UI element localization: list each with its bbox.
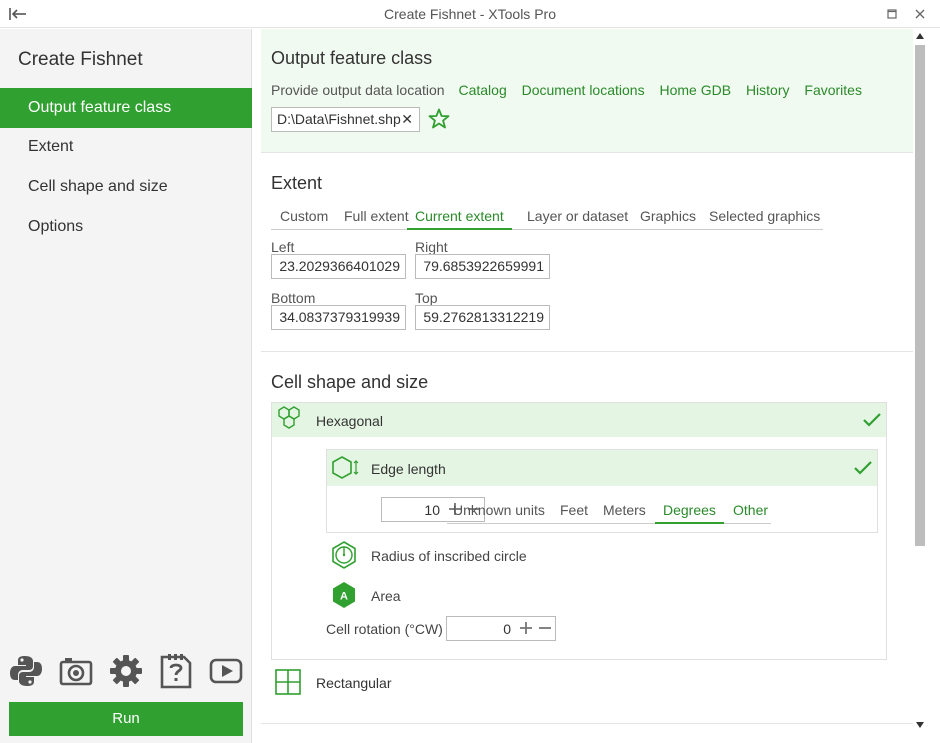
gear-icon[interactable]	[108, 653, 144, 689]
right-input[interactable]: 79.6853922659991	[415, 254, 550, 279]
plus-icon[interactable]	[519, 621, 533, 635]
close-icon[interactable]	[913, 7, 927, 21]
extent-section: Extent Custom Full extent Current extent…	[261, 153, 913, 352]
rectangular-cells-icon[interactable]	[274, 668, 302, 696]
edge-length-panel: Edge length 10 Unknown units Feet Meters…	[326, 449, 878, 533]
tab-selected-graphics[interactable]: Selected graphics	[709, 208, 820, 224]
output-path-value: D:\Data\Fishnet.shp	[277, 111, 401, 127]
maximize-icon[interactable]	[885, 7, 899, 21]
tool-bar	[8, 653, 244, 693]
inscribed-circle-icon[interactable]	[330, 541, 358, 569]
sidebar-item-extent[interactable]: Extent	[0, 127, 252, 167]
output-section: Output feature class Provide output data…	[261, 29, 913, 153]
unit-feet[interactable]: Feet	[560, 502, 588, 518]
cell-rotation-value: 0	[503, 621, 511, 637]
hexagonal-cells-icon	[278, 406, 300, 429]
tab-layer-or-dataset[interactable]: Layer or dataset	[527, 208, 628, 224]
rectangular-option[interactable]: Rectangular	[316, 675, 392, 691]
location-row: Provide output data location Catalog Doc…	[271, 82, 873, 98]
top-input[interactable]: 59.2762813312219	[415, 305, 550, 330]
tab-custom[interactable]: Custom	[280, 208, 328, 224]
section-divider	[261, 723, 913, 724]
link-home-gdb[interactable]: Home GDB	[659, 82, 731, 98]
left-label: Left	[271, 239, 295, 255]
top-label: Top	[415, 290, 438, 306]
edge-length-option[interactable]: Edge length	[327, 450, 877, 486]
cell-shape-title: Cell shape and size	[271, 372, 429, 392]
hexagonal-label: Hexagonal	[316, 413, 383, 429]
sidebar-item-output-feature-class[interactable]: Output feature class	[0, 88, 252, 128]
area-icon[interactable]: A	[330, 581, 358, 609]
right-label: Right	[415, 239, 448, 255]
extent-title: Extent	[271, 173, 323, 193]
window-title: Create Fishnet - XTools Pro	[384, 6, 556, 22]
area-icon-letter: A	[340, 591, 348, 603]
vertical-scrollbar[interactable]	[913, 29, 927, 743]
minus-icon[interactable]	[538, 621, 552, 635]
sidebar-item-options[interactable]: Options	[0, 207, 252, 247]
cell-shape-section: Cell shape and size Hexagonal Edge lengt…	[261, 352, 913, 743]
tab-current-extent[interactable]: Current extent	[407, 208, 512, 230]
link-catalog[interactable]: Catalog	[458, 82, 506, 98]
scrollbar-thumb[interactable]	[915, 45, 925, 546]
tab-graphics[interactable]: Graphics	[640, 208, 696, 224]
check-icon	[854, 461, 872, 475]
scroll-up-icon[interactable]	[916, 33, 924, 39]
tab-full-extent[interactable]: Full extent	[344, 208, 409, 224]
sidebar-title: Create Fishnet	[18, 49, 143, 70]
unit-other[interactable]: Other	[733, 502, 768, 518]
cell-rotation-input[interactable]: 0	[446, 616, 556, 641]
clear-path-icon[interactable]: ✕	[401, 108, 413, 131]
title-bar: Create Fishnet - XTools Pro	[0, 0, 940, 28]
output-title: Output feature class	[271, 48, 433, 68]
link-history[interactable]: History	[746, 82, 790, 98]
edge-length-label: Edge length	[371, 461, 446, 477]
edge-length-value: 10	[424, 502, 440, 518]
hexagon-edge-icon	[332, 456, 359, 479]
scroll-down-icon[interactable]	[916, 722, 924, 728]
bottom-label: Bottom	[271, 290, 316, 306]
help-document-icon[interactable]	[158, 653, 194, 689]
unit-unknown[interactable]: Unknown units	[453, 502, 545, 518]
area-option[interactable]: Area	[371, 588, 401, 604]
left-input[interactable]: 23.2029366401029	[271, 254, 406, 279]
check-icon	[863, 413, 881, 427]
cell-rotation-label: Cell rotation (°CW)	[326, 621, 443, 637]
unit-meters[interactable]: Meters	[603, 502, 646, 518]
extent-tabs: Custom Full extent Current extent Layer …	[271, 206, 823, 230]
hexagonal-panel: Hexagonal Edge length 10 Unknown units F…	[271, 402, 887, 660]
main-content: Output feature class Provide output data…	[253, 29, 913, 743]
run-button[interactable]: Run	[9, 702, 243, 736]
unit-degrees[interactable]: Degrees	[655, 502, 724, 524]
location-label: Provide output data location	[271, 82, 445, 98]
python-icon[interactable]	[8, 653, 44, 689]
link-document-locations[interactable]: Document locations	[522, 82, 645, 98]
sidebar-item-cell-shape-and-size[interactable]: Cell shape and size	[0, 167, 252, 207]
units-tabs: Unknown units Feet Meters Degrees Other	[447, 500, 771, 524]
bottom-input[interactable]: 34.0837379319939	[271, 305, 406, 330]
star-icon[interactable]	[428, 108, 450, 130]
hexagonal-option[interactable]: Hexagonal	[272, 403, 886, 437]
link-favorites[interactable]: Favorites	[804, 82, 862, 98]
video-icon[interactable]	[208, 653, 244, 689]
sidebar: Create Fishnet Output feature class Exte…	[0, 29, 252, 743]
camera-icon[interactable]	[58, 653, 94, 689]
radius-inscribed-circle-option[interactable]: Radius of inscribed circle	[371, 548, 527, 564]
output-path-field[interactable]: D:\Data\Fishnet.shp ✕	[271, 107, 420, 132]
